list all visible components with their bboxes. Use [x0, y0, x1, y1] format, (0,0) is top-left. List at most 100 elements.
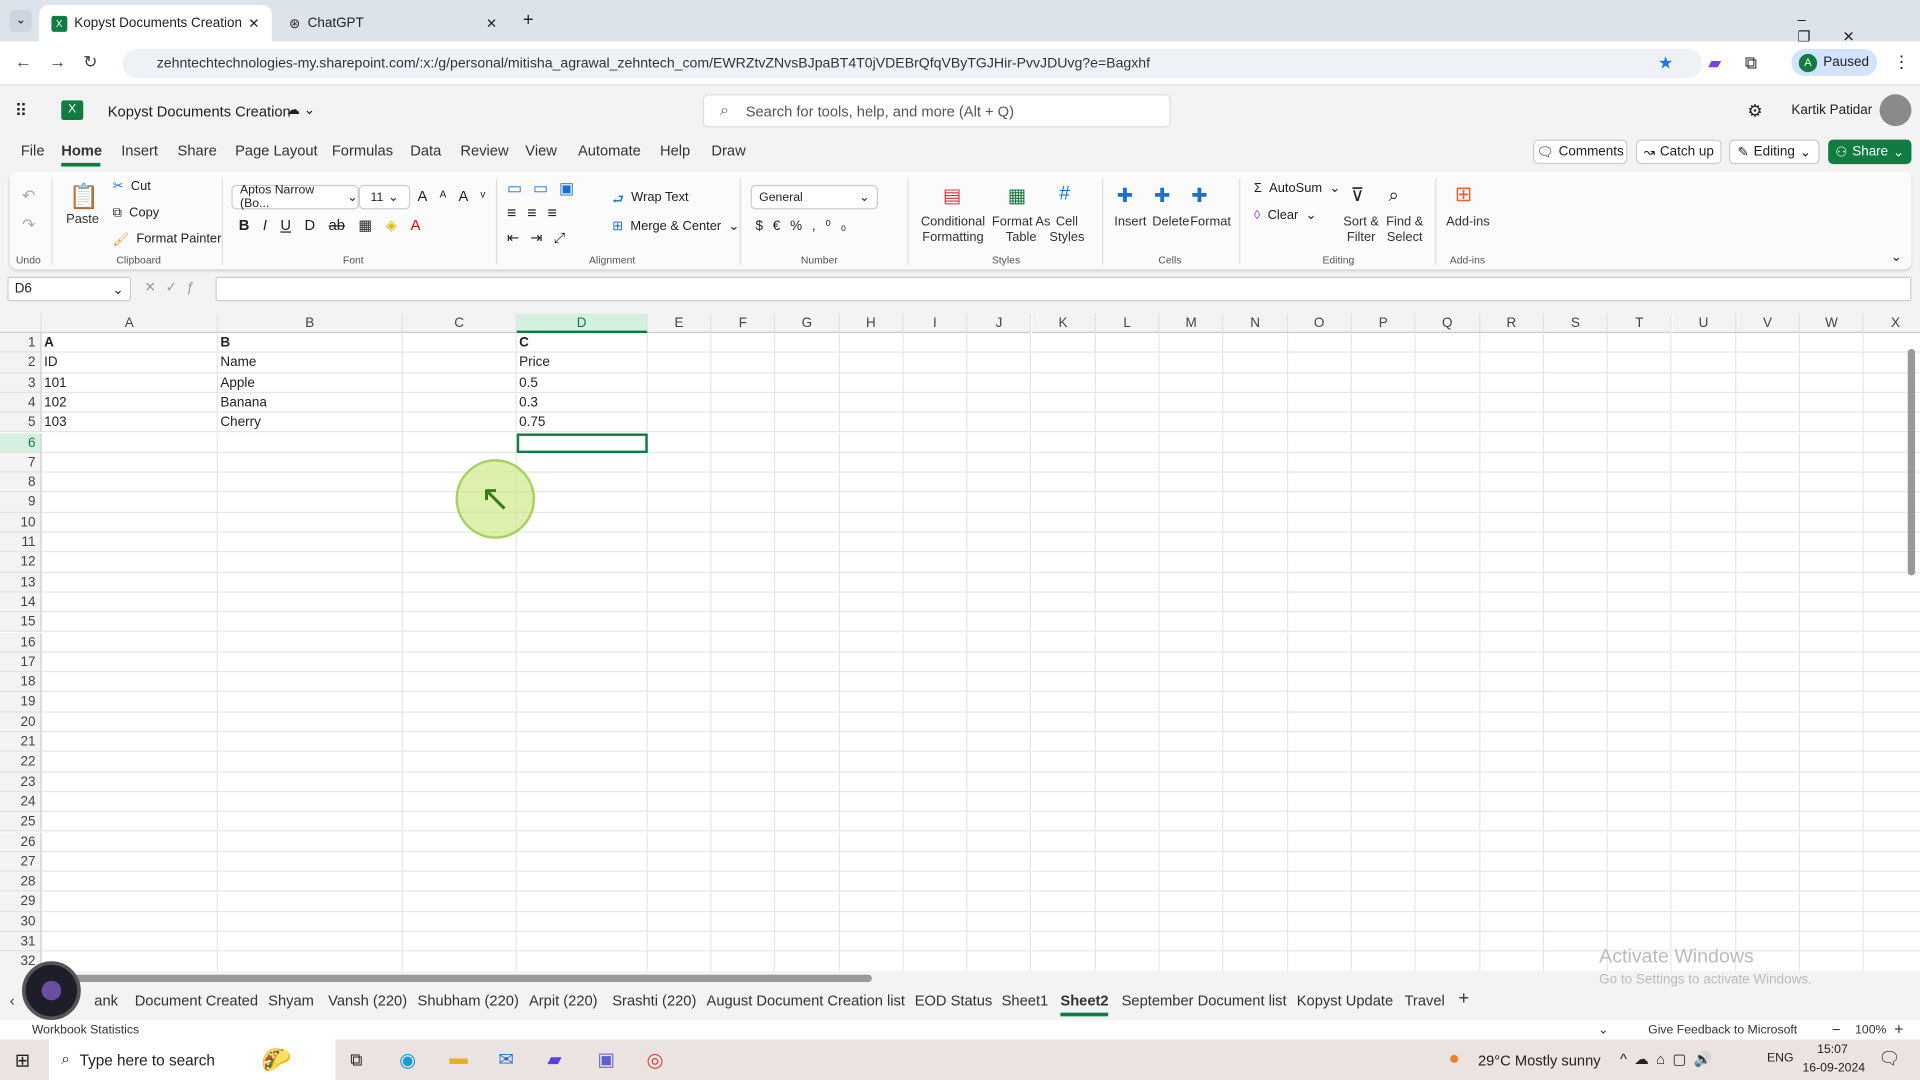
cell-Q8[interactable] — [1415, 472, 1480, 493]
cell-J6[interactable] — [967, 432, 1032, 453]
cell-J1[interactable] — [967, 333, 1032, 354]
cell-J26[interactable] — [967, 832, 1032, 852]
cell-W23[interactable] — [1800, 772, 1865, 793]
cell-O3[interactable] — [1287, 372, 1352, 393]
cell-M1[interactable] — [1159, 333, 1224, 354]
cell-A24[interactable] — [41, 792, 218, 813]
cell-Q24[interactable] — [1415, 792, 1480, 813]
cell-H14[interactable] — [839, 592, 904, 613]
cell-N20[interactable] — [1223, 712, 1288, 733]
cell-D15[interactable] — [516, 612, 648, 633]
cell-V4[interactable] — [1736, 392, 1801, 413]
sheet-tab[interactable]: Arpit (220) — [529, 992, 598, 1009]
cell-C14[interactable] — [402, 592, 517, 613]
cell-X15[interactable] — [1864, 612, 1920, 633]
cell-B23[interactable] — [217, 772, 403, 793]
cell-M30[interactable] — [1159, 911, 1224, 932]
cell-F2[interactable] — [711, 353, 776, 373]
cell-J21[interactable] — [967, 732, 1032, 753]
cell-A22[interactable] — [41, 752, 218, 773]
cell-I31[interactable] — [903, 931, 968, 952]
cell-I18[interactable] — [903, 672, 968, 693]
row-header-13[interactable]: 13 — [0, 572, 42, 593]
cell-Q20[interactable] — [1415, 712, 1480, 733]
cell-R11[interactable] — [1479, 532, 1544, 553]
cell-R14[interactable] — [1479, 592, 1544, 613]
cell-R6[interactable] — [1479, 432, 1544, 453]
collapse-ribbon-icon[interactable]: ⌄ — [1891, 249, 1902, 265]
menu-tab-insert[interactable]: Insert — [121, 142, 158, 159]
cell-W1[interactable] — [1800, 333, 1865, 354]
cell-Q25[interactable] — [1415, 812, 1480, 833]
cell-H17[interactable] — [839, 652, 904, 673]
cell-I1[interactable] — [903, 333, 968, 354]
cell-N29[interactable] — [1223, 891, 1288, 912]
cell-H30[interactable] — [839, 911, 904, 932]
menu-tab-data[interactable]: Data — [410, 142, 441, 159]
cell-G7[interactable] — [775, 452, 840, 473]
cell-J16[interactable] — [967, 632, 1032, 653]
cell-U10[interactable] — [1672, 512, 1737, 533]
cell-B6[interactable] — [217, 432, 403, 453]
cell-B24[interactable] — [217, 792, 403, 813]
cell-E1[interactable] — [647, 333, 712, 354]
cell-Q14[interactable] — [1415, 592, 1480, 613]
cell-G8[interactable] — [775, 472, 840, 493]
cell-V2[interactable] — [1736, 353, 1801, 373]
cell-H23[interactable] — [839, 772, 904, 793]
cell-E15[interactable] — [647, 612, 712, 633]
cell-M10[interactable] — [1159, 512, 1224, 533]
row-header-29[interactable]: 29 — [0, 891, 42, 912]
cell-A23[interactable] — [41, 772, 218, 793]
cell-D12[interactable] — [516, 552, 648, 573]
cell-D16[interactable] — [516, 632, 648, 653]
cell-L2[interactable] — [1095, 353, 1160, 373]
cell-E23[interactable] — [647, 772, 712, 793]
cell-A27[interactable] — [41, 851, 218, 872]
workbook-statistics[interactable]: Workbook Statistics — [32, 1024, 139, 1037]
cell-W16[interactable] — [1800, 632, 1865, 653]
sheet-tab[interactable]: Kopyst Update — [1297, 992, 1393, 1009]
cell-H18[interactable] — [839, 672, 904, 693]
cell-T1[interactable] — [1607, 333, 1673, 354]
cell-U2[interactable] — [1672, 353, 1737, 373]
cell-V17[interactable] — [1736, 652, 1801, 673]
cell-P20[interactable] — [1351, 712, 1416, 733]
cell-G13[interactable] — [775, 572, 840, 593]
cell-F1[interactable] — [711, 333, 776, 354]
cell-K32[interactable] — [1031, 951, 1096, 972]
cell-S7[interactable] — [1543, 452, 1608, 473]
cell-U6[interactable] — [1672, 432, 1737, 453]
cell-E27[interactable] — [647, 851, 712, 872]
cell-O13[interactable] — [1287, 572, 1352, 593]
row-header-20[interactable]: 20 — [0, 712, 42, 733]
indent-orientation-icons[interactable]: ⇤⇥⤢ — [507, 229, 576, 247]
cell-E24[interactable] — [647, 792, 712, 813]
delete-button[interactable]: Delete — [1152, 214, 1189, 230]
cell-T2[interactable] — [1607, 353, 1673, 373]
cell-K29[interactable] — [1031, 891, 1096, 912]
column-header-J[interactable]: J — [967, 313, 1032, 334]
cell-J27[interactable] — [967, 851, 1032, 872]
cell-F7[interactable] — [711, 452, 776, 473]
cell-M17[interactable] — [1159, 652, 1224, 673]
cell-K27[interactable] — [1031, 851, 1096, 872]
cell-U19[interactable] — [1672, 692, 1737, 713]
cell-M28[interactable] — [1159, 871, 1224, 892]
formula-actions-icons[interactable]: ✕✓ƒ — [144, 279, 203, 295]
cell-K31[interactable] — [1031, 931, 1096, 952]
cell-S20[interactable] — [1543, 712, 1608, 733]
cell-D27[interactable] — [516, 851, 648, 872]
cell-N25[interactable] — [1223, 812, 1288, 833]
cell-K21[interactable] — [1031, 732, 1096, 753]
cell-I23[interactable] — [903, 772, 968, 793]
profile-button[interactable]: A Paused — [1791, 48, 1878, 76]
cell-L1[interactable] — [1095, 333, 1160, 354]
cell-X31[interactable] — [1864, 932, 1920, 952]
column-header-P[interactable]: P — [1351, 313, 1416, 334]
cell-C3[interactable] — [402, 372, 517, 393]
cell-B32[interactable] — [217, 951, 403, 972]
cell-H10[interactable] — [839, 512, 904, 533]
cell-K5[interactable] — [1031, 412, 1096, 433]
cell-K14[interactable] — [1031, 592, 1096, 613]
